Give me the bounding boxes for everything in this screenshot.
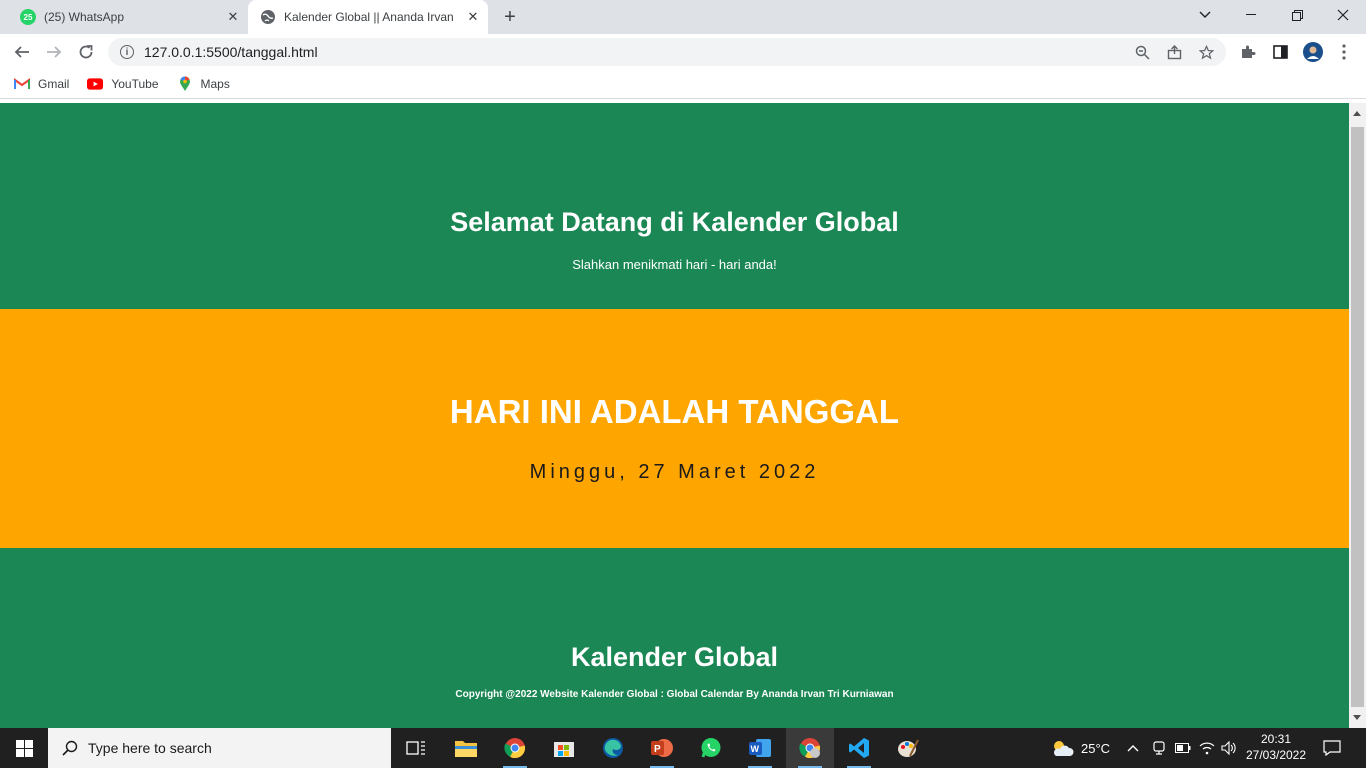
minimize-button[interactable] <box>1228 0 1274 30</box>
partly-cloudy-icon <box>1053 741 1074 756</box>
scroll-up-arrow-icon[interactable] <box>1353 111 1361 116</box>
chrome-active-window-icon[interactable] <box>786 728 834 768</box>
battery-icon[interactable] <box>1175 728 1191 768</box>
header-title: Selamat Datang di Kalender Global <box>450 207 899 237</box>
current-date: Minggu, 27 Maret 2022 <box>529 461 820 483</box>
restore-button[interactable] <box>1274 0 1320 30</box>
clock-time: 20:31 <box>1260 732 1292 746</box>
taskbar-search-box[interactable]: Type here to search <box>48 728 391 768</box>
scroll-thumb[interactable] <box>1351 127 1364 707</box>
bookmark-youtube[interactable]: YouTube <box>87 77 159 91</box>
taskbar: Type here to search P W 25°C 20:31 27/03… <box>0 728 1366 768</box>
share-icon[interactable] <box>1162 40 1186 64</box>
date-heading: HARI INI ADALAH TANGGAL <box>449 393 900 430</box>
globe-icon <box>260 9 276 25</box>
tab-search-icon[interactable] <box>1182 0 1228 30</box>
side-panel-icon[interactable] <box>1266 38 1294 66</box>
close-tab-icon[interactable]: ✕ <box>224 8 242 26</box>
weather-widget[interactable]: 25°C <box>1050 728 1110 768</box>
tab-strip: 25 (25) WhatsApp ✕ Kalender Global || An… <box>0 0 1366 34</box>
close-tab-icon[interactable]: ✕ <box>464 8 482 26</box>
gmail-icon <box>14 77 30 91</box>
page-footer: Kalender Global Copyright @2022 Website … <box>0 548 1349 728</box>
svg-text:W: W <box>751 744 760 754</box>
youtube-icon <box>87 77 104 91</box>
task-view-icon[interactable] <box>392 728 440 768</box>
word-icon[interactable]: W <box>736 728 784 768</box>
extensions-icon[interactable] <box>1234 38 1262 66</box>
maps-icon <box>177 76 193 91</box>
chrome-icon[interactable] <box>491 728 539 768</box>
page-header: Selamat Datang di Kalender Global Slahka… <box>0 103 1349 309</box>
header-subtitle: Slahkan menikmati hari - hari anda! <box>572 257 777 272</box>
powerpoint-icon[interactable]: P <box>638 728 686 768</box>
tab-title: (25) WhatsApp <box>44 10 125 24</box>
wifi-icon[interactable] <box>1199 728 1215 768</box>
zoom-icon[interactable] <box>1130 40 1154 64</box>
bookmark-star-icon[interactable] <box>1194 40 1218 64</box>
bookmark-gmail[interactable]: Gmail <box>14 77 69 91</box>
whatsapp-taskbar-icon[interactable] <box>687 728 735 768</box>
search-icon <box>62 740 78 756</box>
forward-button[interactable] <box>40 38 68 66</box>
vscode-icon[interactable] <box>835 728 883 768</box>
close-window-button[interactable] <box>1320 0 1366 30</box>
tab-kalender-global[interactable]: Kalender Global || Ananda Irvan ✕ <box>248 0 488 34</box>
footer-copyright: Copyright @2022 Website Kalender Global … <box>455 689 894 700</box>
temperature: 25°C <box>1081 740 1111 756</box>
vertical-scrollbar[interactable] <box>1349 103 1366 728</box>
date-section: HARI INI ADALAH TANGGAL Minggu, 27 Maret… <box>0 309 1349 548</box>
browser-toolbar: i 127.0.0.1:5500/tanggal.html <box>0 34 1366 70</box>
new-tab-button[interactable]: + <box>499 6 521 28</box>
tab-title: Kalender Global || Ananda Irvan <box>284 10 454 24</box>
tab-whatsapp[interactable]: 25 (25) WhatsApp ✕ <box>8 0 248 34</box>
bookmark-maps[interactable]: Maps <box>177 76 230 91</box>
windows-start-button[interactable] <box>0 728 48 768</box>
notifications-icon[interactable] <box>1323 728 1341 768</box>
page-viewport: Selamat Datang di Kalender Global Slahka… <box>0 103 1349 728</box>
footer-title: Kalender Global <box>570 642 779 672</box>
clock-date: 27/03/2022 <box>1245 748 1307 762</box>
profile-avatar[interactable] <box>1299 38 1327 66</box>
address-bar[interactable]: i 127.0.0.1:5500/tanggal.html <box>108 38 1226 66</box>
url-text[interactable]: 127.0.0.1:5500/tanggal.html <box>144 44 1130 60</box>
site-info-icon[interactable]: i <box>120 45 134 59</box>
menu-icon[interactable] <box>1330 38 1358 66</box>
scroll-down-arrow-icon[interactable] <box>1353 715 1361 720</box>
bookmark-label: Gmail <box>38 77 70 91</box>
bookmark-label: Maps <box>200 77 230 91</box>
system-clock[interactable]: 20:31 27/03/2022 <box>1240 731 1312 763</box>
whatsapp-icon: 25 <box>20 9 36 25</box>
back-button[interactable] <box>8 38 36 66</box>
paint-icon[interactable] <box>884 728 932 768</box>
bookmark-label: YouTube <box>111 77 159 91</box>
show-hidden-icons-chevron-icon[interactable] <box>1127 728 1139 768</box>
microsoft-store-icon[interactable] <box>540 728 588 768</box>
reload-button[interactable] <box>72 38 100 66</box>
svg-text:P: P <box>654 744 661 755</box>
meet-now-icon[interactable] <box>1152 728 1166 768</box>
file-explorer-icon[interactable] <box>442 728 490 768</box>
volume-icon[interactable] <box>1221 728 1237 768</box>
bookmarks-bar: Gmail YouTube Maps <box>0 70 1366 99</box>
search-placeholder: Type here to search <box>88 740 212 756</box>
edge-icon[interactable] <box>589 728 637 768</box>
